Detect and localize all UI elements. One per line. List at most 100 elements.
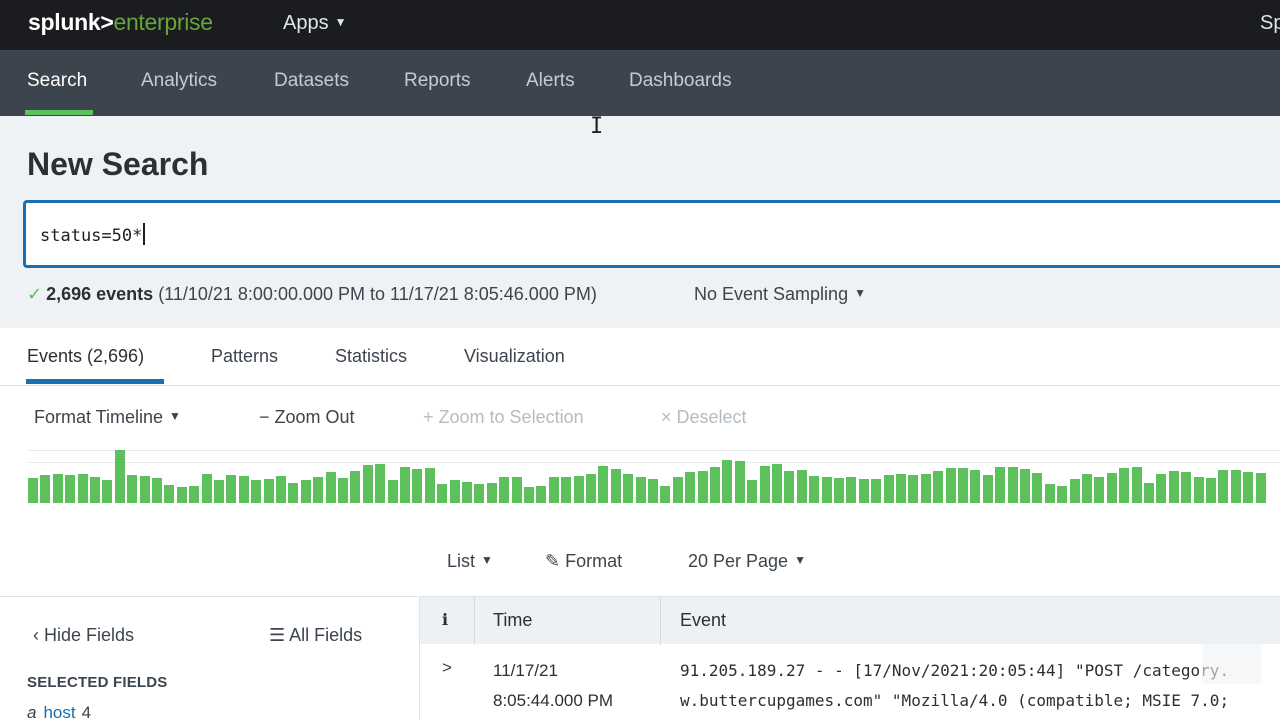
timeline-bar[interactable] [672,477,683,503]
timeline-bar[interactable] [325,472,336,503]
event-sampling-dropdown[interactable]: No Event Sampling ▼ [694,284,866,305]
timeline-bar[interactable] [1168,471,1179,503]
zoom-to-selection-button[interactable]: + Zoom to Selection [423,407,584,428]
timeline-bar[interactable] [412,469,423,503]
timeline-bar[interactable] [821,477,832,503]
timeline-bar[interactable] [871,479,882,503]
timeline-bar[interactable] [1032,473,1043,503]
timeline-bar[interactable] [77,474,88,503]
list-view-dropdown[interactable]: List ▼ [447,551,493,572]
timeline-bar[interactable] [648,479,658,503]
timeline-bar[interactable] [127,475,138,503]
timeline-bar[interactable] [710,467,720,503]
timeline-bar[interactable] [623,474,634,503]
tab-visualization[interactable]: Visualization [464,346,565,367]
timeline-bar[interactable] [511,477,522,503]
timeline-bar[interactable] [920,474,931,503]
nav-search[interactable]: Search [27,70,87,92]
timeline-bar[interactable] [598,466,609,503]
time-column-header[interactable]: Time [493,610,532,631]
timeline-bar[interactable] [1243,472,1254,503]
event-count[interactable]: 2,696 events [46,284,153,304]
timeline-bar[interactable] [474,484,485,503]
timeline-bar[interactable] [350,471,361,503]
timeline-bar[interactable] [995,467,1006,503]
event-raw-text[interactable]: 91.205.189.27 - - [17/Nov/2021:20:05:44]… [680,656,1280,716]
tab-events[interactable]: Events (2,696) [27,346,144,367]
hide-fields-button[interactable]: ‹ Hide Fields [33,625,134,646]
timeline-bar[interactable] [40,475,51,503]
timeline-bar[interactable] [90,477,100,503]
timeline-bar[interactable] [734,461,745,503]
timeline-bar[interactable] [809,476,820,503]
timeline-bar[interactable] [338,478,348,503]
timeline-bar[interactable] [1156,474,1167,503]
timeline-bar[interactable] [28,478,38,503]
timeline-bar[interactable] [1230,470,1241,503]
timeline-bar[interactable] [1057,486,1068,503]
timeline-bar[interactable] [1255,473,1266,503]
timeline-bar[interactable] [276,476,286,503]
timeline-bar[interactable] [846,477,857,503]
timeline-bar[interactable] [1082,474,1092,503]
timeline-bar[interactable] [226,475,237,503]
timeline-bar[interactable] [400,467,410,503]
apps-menu[interactable]: Apps ▼ [283,12,346,35]
format-button[interactable]: ✎ Format [545,551,622,572]
timeline-bar[interactable] [933,471,944,503]
timeline-bar[interactable] [1206,478,1216,503]
timeline-bar[interactable] [908,475,919,503]
nav-reports[interactable]: Reports [404,70,471,92]
nav-alerts[interactable]: Alerts [526,70,575,92]
timeline-bar[interactable] [586,474,596,503]
timeline-bar[interactable] [499,477,510,503]
timeline-bar[interactable] [387,480,398,503]
timeline-bar[interactable] [189,486,200,503]
zoom-out-button[interactable]: − Zoom Out [259,407,355,428]
event-time-cell[interactable]: 11/17/21 8:05:44.000 PM [493,656,613,716]
timeline-bar[interactable] [65,475,76,503]
timeline-bar[interactable] [796,470,807,503]
search-input[interactable]: status=50* [23,200,1280,268]
splunk-logo[interactable]: splunk>enterprise [28,9,213,36]
timeline-bar[interactable] [313,477,324,503]
timeline-bar[interactable] [424,468,435,503]
timeline-bar[interactable] [1131,467,1142,503]
timeline-bar[interactable] [1007,467,1018,503]
timeline-bar[interactable] [114,450,125,503]
timeline-bar[interactable] [1119,468,1130,503]
timeline-bar[interactable] [896,474,906,503]
timeline-bar[interactable] [561,477,572,503]
timeline-bar[interactable] [759,466,770,503]
timeline-bar[interactable] [1020,469,1030,503]
timeline-bar[interactable] [685,472,696,503]
timeline-bar[interactable] [139,476,150,503]
timeline-bar[interactable] [238,476,249,503]
timeline-bar[interactable] [573,476,584,503]
timeline-bar[interactable] [362,465,373,503]
timeline-bar[interactable] [524,487,534,503]
timeline-bar[interactable] [536,486,547,503]
timeline-bar[interactable] [945,468,956,503]
timeline-bar[interactable] [982,475,993,503]
timeline-bar[interactable] [1106,473,1117,503]
timeline-bar[interactable] [1044,484,1055,503]
timeline-bar[interactable] [375,464,386,503]
format-timeline-button[interactable]: Format Timeline ▼ [34,407,181,428]
timeline-bar[interactable] [462,482,472,503]
timeline-bar[interactable] [1094,477,1105,503]
timeline-bar[interactable] [288,483,299,503]
timeline-bar[interactable] [970,470,981,503]
deselect-button[interactable]: × Deselect [661,407,747,428]
timeline-bar[interactable] [52,474,63,503]
field-item-host[interactable]: a host 4 [27,703,91,720]
timeline-bar[interactable] [697,471,708,503]
nav-analytics[interactable]: Analytics [141,70,217,92]
timeline-bar[interactable] [152,478,162,503]
timeline-bar[interactable] [437,484,448,503]
tab-patterns[interactable]: Patterns [211,346,278,367]
timeline-bar[interactable] [660,486,671,503]
timeline-bar[interactable] [176,487,187,503]
timeline-bar[interactable] [201,474,212,503]
event-timeline[interactable] [28,448,1280,506]
